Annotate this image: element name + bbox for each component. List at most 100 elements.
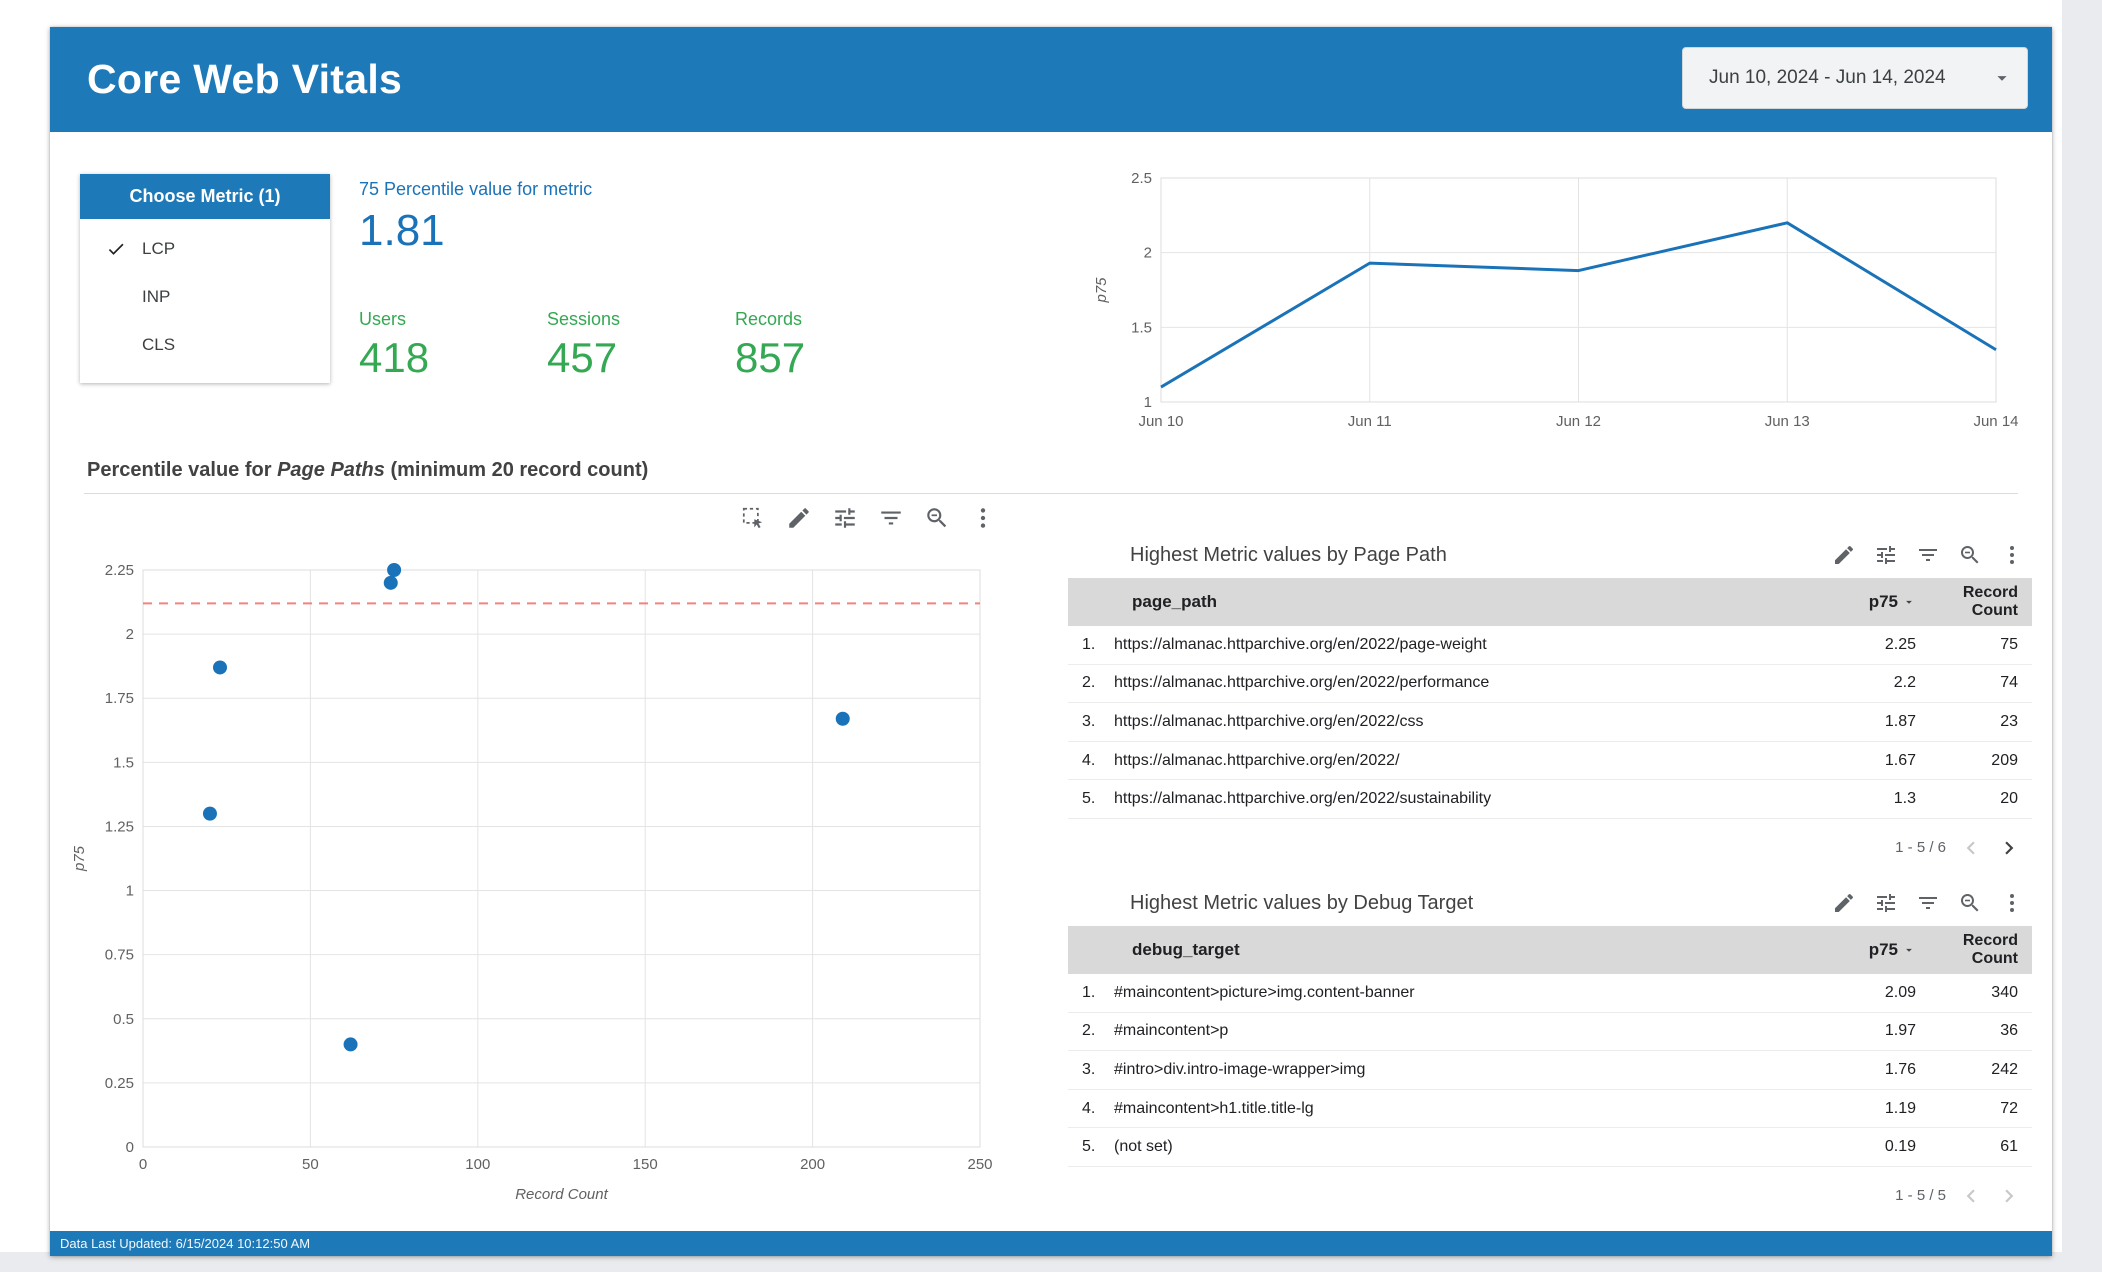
row-debug-target: (not set) (1114, 1138, 1173, 1156)
table-row[interactable]: 2. #maincontent>p 1.97 36 (1068, 1013, 2032, 1052)
column-header-p75-label: p75 (1868, 592, 1898, 611)
metric-option-cls[interactable]: CLS (80, 321, 330, 369)
scorecard-value: 1.81 (359, 206, 445, 255)
svg-text:100: 100 (465, 1156, 490, 1173)
svg-text:p75: p75 (1093, 277, 1110, 304)
zoom-out-icon[interactable] (1958, 891, 1982, 915)
table-row[interactable]: 3. https://almanac.httparchive.org/en/20… (1068, 703, 2032, 742)
svg-text:Jun 14: Jun 14 (1973, 413, 2018, 430)
svg-text:Record Count: Record Count (515, 1186, 608, 1203)
edit-icon[interactable] (1832, 543, 1856, 567)
svg-text:0: 0 (139, 1156, 147, 1173)
more-vert-icon[interactable] (2000, 891, 2024, 915)
filter-icon[interactable] (878, 505, 904, 531)
row-index: 3. (1082, 712, 1096, 730)
metric-option-label: INP (142, 287, 171, 306)
filter-icon[interactable] (1916, 543, 1940, 567)
zoom-out-icon[interactable] (924, 505, 950, 531)
row-p75: 1.76 (1884, 1060, 1916, 1078)
svg-text:1.25: 1.25 (105, 818, 134, 835)
filter-icon[interactable] (1916, 891, 1940, 915)
row-index: 2. (1082, 1022, 1096, 1040)
scorecard-label: Users (359, 309, 407, 329)
sort-caret-icon (1906, 948, 1912, 952)
edit-icon[interactable] (786, 505, 812, 531)
svg-text:Jun 10: Jun 10 (1138, 413, 1183, 430)
svg-text:2.25: 2.25 (105, 562, 134, 579)
tune-icon[interactable] (1874, 543, 1898, 567)
section-title-suffix: (minimum 20 record count) (384, 459, 649, 481)
metric-option-inp[interactable]: INP (80, 273, 330, 321)
scorecard-users: Users 418 (359, 309, 429, 382)
table-row[interactable]: 4. https://almanac.httparchive.org/en/20… (1068, 742, 2032, 781)
metric-filter-header[interactable]: Choose Metric (1) (80, 174, 330, 219)
pagination-label: 1 - 5 / 5 (1895, 1187, 1946, 1205)
table-row[interactable]: 5. https://almanac.httparchive.org/en/20… (1068, 780, 2032, 819)
row-debug-target: #maincontent>p (1114, 1022, 1229, 1040)
table-row[interactable]: 1. #maincontent>picture>img.content-bann… (1068, 974, 2032, 1013)
chevron-right-icon[interactable] (1996, 1183, 2022, 1209)
column-header-p75[interactable]: p75 (1820, 940, 1916, 960)
row-p75: 2.25 (1884, 635, 1916, 653)
row-record-count: 20 (2000, 790, 2018, 808)
metric-option-label: LCP (142, 239, 176, 258)
table-row[interactable]: 4. #maincontent>h1.title.title-lg 1.19 7… (1068, 1090, 2032, 1129)
edit-icon[interactable] (1832, 891, 1856, 915)
scorecard-label: Records (735, 309, 803, 329)
zoom-out-icon[interactable] (1958, 543, 1982, 567)
date-range-picker[interactable]: Jun 10, 2024 - Jun 14, 2024 (1682, 47, 2028, 109)
svg-text:2.5: 2.5 (1131, 170, 1152, 187)
row-p75: 2.2 (1893, 674, 1916, 692)
row-p75: 0.19 (1884, 1138, 1916, 1156)
table-row[interactable]: 5. (not set) 0.19 61 (1068, 1128, 2032, 1167)
table-row[interactable]: 1. https://almanac.httparchive.org/en/20… (1068, 626, 2032, 665)
svg-text:0.25: 0.25 (105, 1075, 134, 1092)
row-p75: 2.09 (1884, 983, 1916, 1001)
marquee-select-icon[interactable] (740, 505, 766, 531)
svg-text:150: 150 (633, 1156, 658, 1173)
scorecard-value: 457 (547, 334, 618, 381)
row-p75: 1.87 (1884, 712, 1916, 730)
p75-scatter-chart[interactable]: 0 0.25 0.5 0.75 1 1.25 1.5 1.75 2 2.25 0 50 100 150 20… (50, 547, 1050, 1227)
metric-filter: Choose Metric (1) LCP INP CLS (80, 174, 330, 383)
row-page-path: https://almanac.httparchive.org/en/2022/… (1114, 635, 1487, 653)
page-title: Core Web Vitals (87, 56, 403, 102)
chevron-left-icon[interactable] (1958, 1183, 1984, 1209)
column-header-dimension[interactable]: debug_target (1114, 940, 1820, 960)
scorecard-records: Records 857 (735, 309, 805, 382)
svg-text:1.5: 1.5 (1131, 319, 1152, 336)
row-p75: 1.97 (1884, 1022, 1916, 1040)
column-header-record-count[interactable]: Record Count (1916, 932, 2018, 968)
row-record-count: 242 (1991, 1060, 2018, 1078)
row-record-count: 74 (2000, 674, 2018, 692)
row-record-count: 209 (1991, 751, 2018, 769)
more-vert-icon[interactable] (970, 505, 996, 531)
row-debug-target: #maincontent>picture>img.content-banner (1114, 983, 1415, 1001)
table-row[interactable]: 2. https://almanac.httparchive.org/en/20… (1068, 665, 2032, 704)
row-p75: 1.3 (1893, 790, 1916, 808)
table-row[interactable]: 3. #intro>div.intro-image-wrapper>img 1.… (1068, 1051, 2032, 1090)
svg-text:1.75: 1.75 (105, 690, 134, 707)
column-header-dimension[interactable]: page_path (1114, 592, 1820, 612)
column-header-p75[interactable]: p75 (1820, 592, 1916, 612)
row-index: 5. (1082, 790, 1096, 808)
row-record-count: 72 (2000, 1099, 2018, 1117)
row-page-path: https://almanac.httparchive.org/en/2022/… (1114, 712, 1424, 730)
more-vert-icon[interactable] (2000, 543, 2024, 567)
tune-icon[interactable] (1874, 891, 1898, 915)
scorecard-value: 857 (735, 334, 806, 381)
pagination-label: 1 - 5 / 6 (1895, 839, 1946, 857)
metric-option-label: CLS (142, 335, 176, 354)
svg-text:0: 0 (126, 1139, 134, 1156)
row-index: 4. (1082, 751, 1096, 769)
tune-icon[interactable] (832, 505, 858, 531)
p75-time-series-chart[interactable]: 1 1.5 2 2.5 Jun 10 Jun 11 Jun 12 Jun 13 Jun 14 p7… (1090, 157, 2040, 457)
chevron-left-icon[interactable] (1958, 835, 1984, 861)
svg-text:1.5: 1.5 (113, 754, 134, 771)
column-header-record-count[interactable]: Record Count (1916, 584, 2018, 620)
row-index: 1. (1082, 635, 1096, 653)
row-record-count: 61 (2000, 1138, 2018, 1156)
metric-option-lcp[interactable]: LCP (80, 225, 330, 273)
chevron-right-icon[interactable] (1996, 835, 2022, 861)
check-icon (108, 243, 124, 255)
